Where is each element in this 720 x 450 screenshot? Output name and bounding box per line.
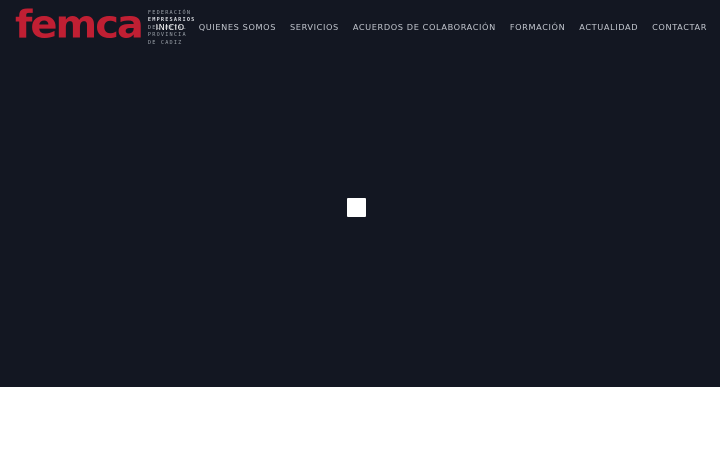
page-content-area <box>0 387 720 450</box>
logo-tagline-line: FEDERACIÓN <box>147 10 192 16</box>
nav-item-acuerdos-de-colaboracion[interactable]: ACUERDOS DE COLABORACIÓN <box>353 22 496 32</box>
nav-item-servicios[interactable]: SERVICIOS <box>290 22 339 32</box>
logo-wordmark: femca <box>15 3 144 47</box>
main-nav: INICIO QUIENES SOMOS SERVICIOS ACUERDOS … <box>156 22 707 32</box>
nav-item-actualidad[interactable]: ACTUALIDAD <box>579 22 638 32</box>
nav-item-contactar[interactable]: CONTACTAR <box>652 22 707 32</box>
hero-section: femca FEDERACIÓN EMPRESARIOS DEL METAL P… <box>0 0 720 387</box>
nav-item-formacion[interactable]: FORMACIÓN <box>510 22 565 32</box>
logo-tagline-line: DE CADIZ <box>147 39 183 46</box>
nav-item-quienes-somos[interactable]: QUIENES SOMOS <box>199 22 276 32</box>
nav-item-inicio[interactable]: INICIO <box>156 22 185 32</box>
loading-square-icon <box>347 198 366 217</box>
logo-tagline-line: PROVINCIA <box>147 32 187 39</box>
